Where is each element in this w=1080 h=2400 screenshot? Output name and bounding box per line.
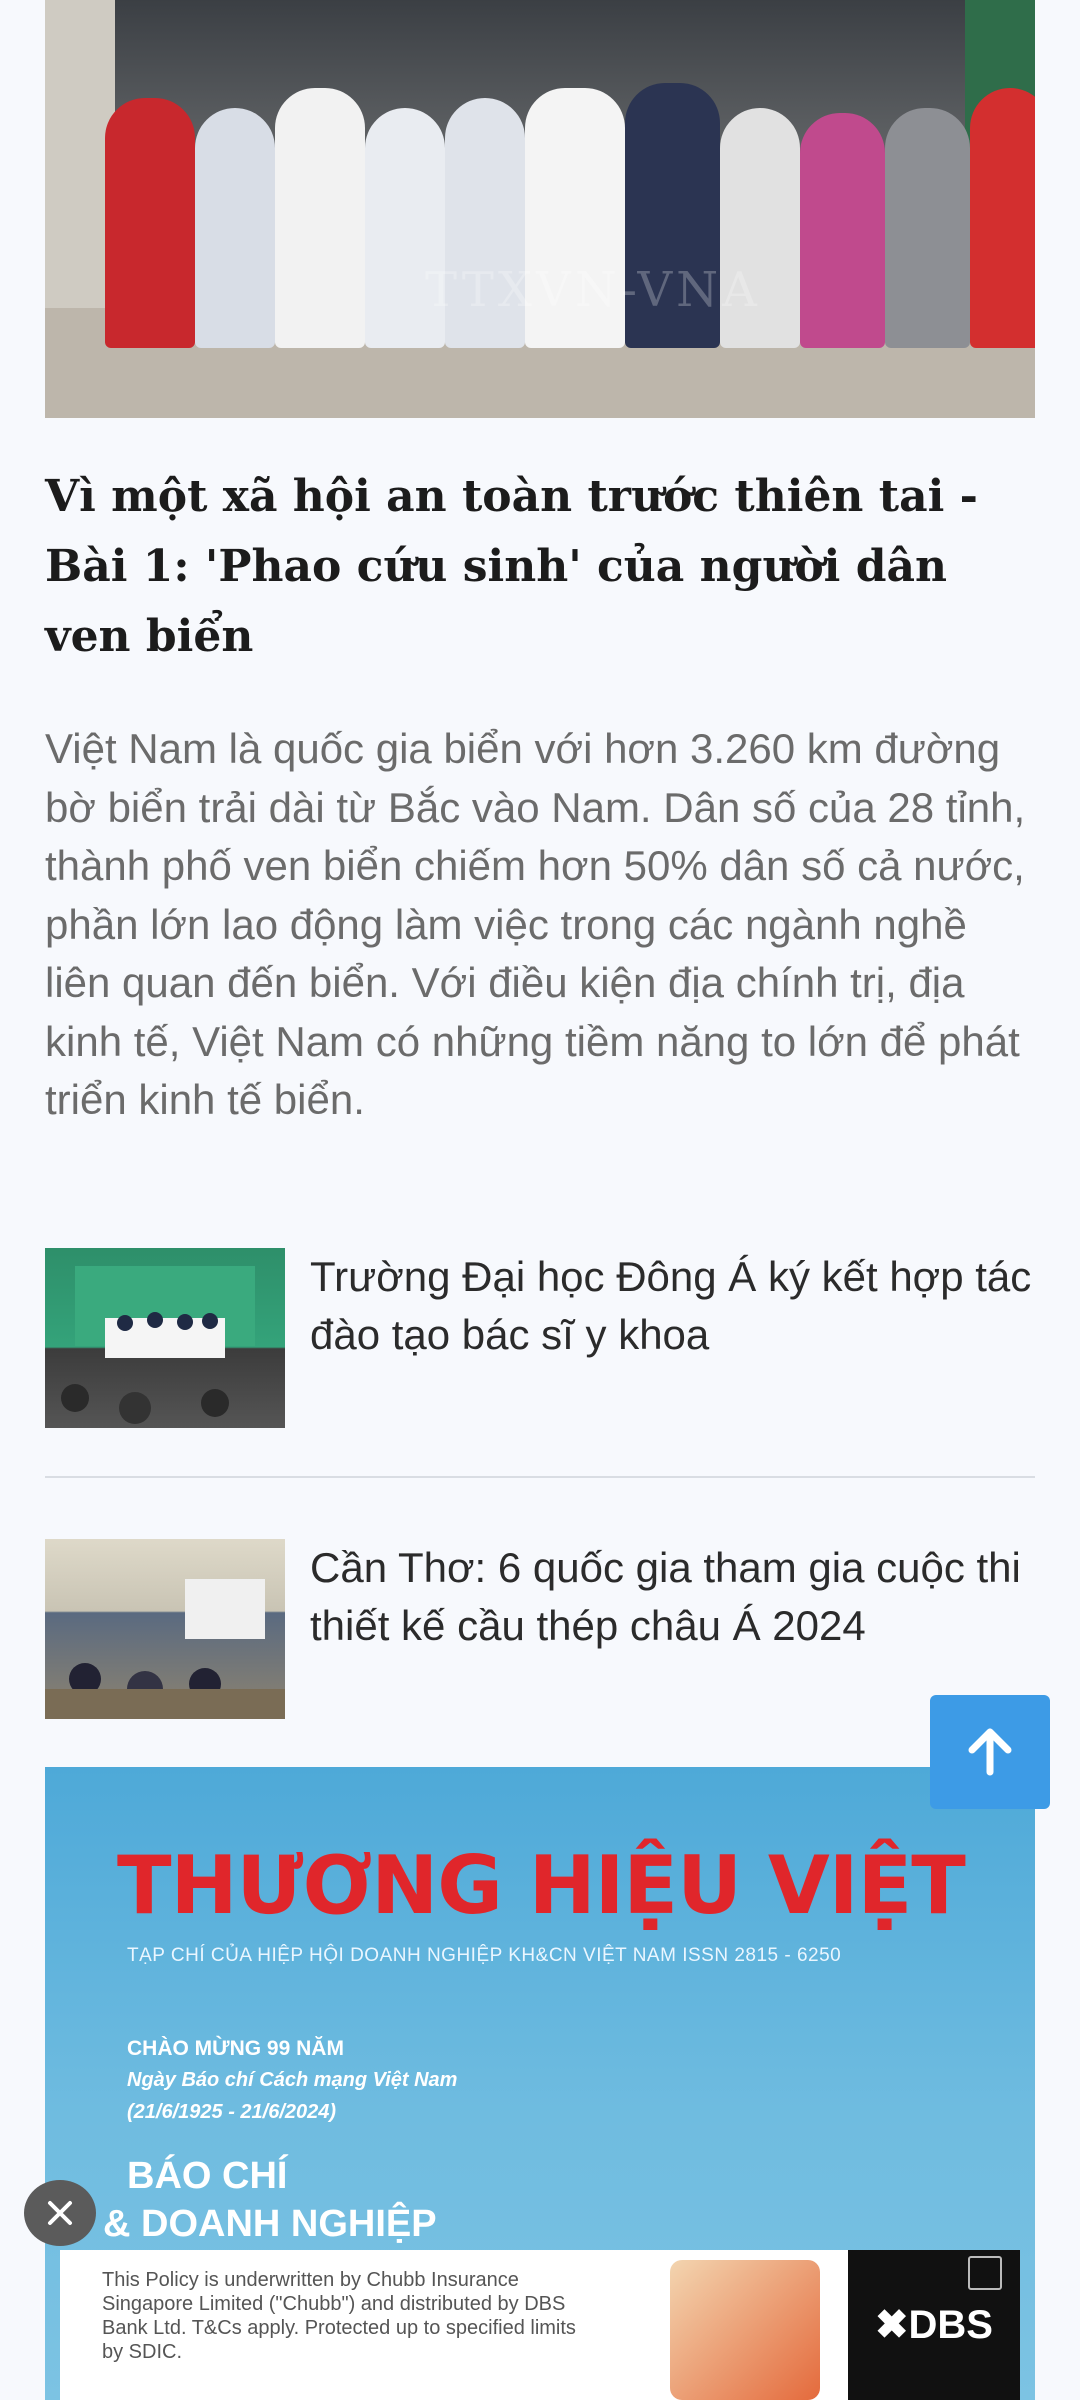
ad-title-2: & DOANH NGHIỆP xyxy=(103,2203,437,2245)
related-title[interactable]: Trường Đại học Đông Á ký kết hợp tác đào… xyxy=(310,1248,1035,1364)
article-hero-image[interactable]: TTXVN-VNA xyxy=(45,0,1035,418)
hero-person xyxy=(275,88,365,348)
article-summary: Việt Nam là quốc gia biển với hơn 3.260 … xyxy=(45,725,1026,1123)
hero-person xyxy=(105,98,195,348)
ad-logo-text: THƯƠNG HIỆU VIỆT xyxy=(117,1839,966,1932)
thumbnail-image xyxy=(61,1266,255,1424)
hero-person xyxy=(195,108,275,348)
ad-policy-text: This Policy is underwritten by Chubb Ins… xyxy=(102,2269,576,2363)
hero-person xyxy=(885,108,970,348)
bottom-sticky-ad[interactable]: This Policy is underwritten by Chubb Ins… xyxy=(60,2250,1020,2400)
arrow-up-icon xyxy=(968,1728,1012,1776)
dbs-brand-text: ✖DBS xyxy=(875,2303,993,2347)
article-title[interactable]: Vì một xã hội an toàn trước thiên tai - … xyxy=(45,462,1035,672)
adchoices-icon[interactable] xyxy=(968,2256,1002,2290)
ad-subtitle: TẠP CHÍ CỦA HIỆP HỘI DOANH NGHIỆP KH&CN … xyxy=(127,1945,842,1966)
ad-title-1: BÁO CHÍ xyxy=(127,2155,288,2197)
ad-welcome: CHÀO MỪNG 99 NĂM xyxy=(127,2037,344,2060)
hero-watermark: TTXVN-VNA xyxy=(425,262,761,318)
related-article-1[interactable]: Trường Đại học Đông Á ký kết hợp tác đào… xyxy=(45,1248,1035,1428)
thumbnail-image xyxy=(45,1579,285,1719)
ad-phone-image xyxy=(670,2260,820,2400)
hero-person xyxy=(800,113,885,348)
list-divider xyxy=(45,1476,1035,1478)
related-thumbnail[interactable] xyxy=(45,1539,285,1719)
close-ad-button[interactable] xyxy=(24,2180,96,2246)
hero-person xyxy=(970,88,1035,348)
related-thumbnail[interactable] xyxy=(45,1248,285,1428)
ad-day: Ngày Báo chí Cách mạng Việt Nam xyxy=(127,2069,458,2091)
ad-dates: (21/6/1925 - 21/6/2024) xyxy=(127,2101,337,2123)
related-article-2[interactable]: Cần Thơ: 6 quốc gia tham gia cuộc thi th… xyxy=(45,1539,1035,1719)
related-title[interactable]: Cần Thơ: 6 quốc gia tham gia cuộc thi th… xyxy=(310,1539,1035,1655)
close-icon xyxy=(48,2201,72,2225)
scroll-to-top-button[interactable] xyxy=(930,1695,1050,1809)
